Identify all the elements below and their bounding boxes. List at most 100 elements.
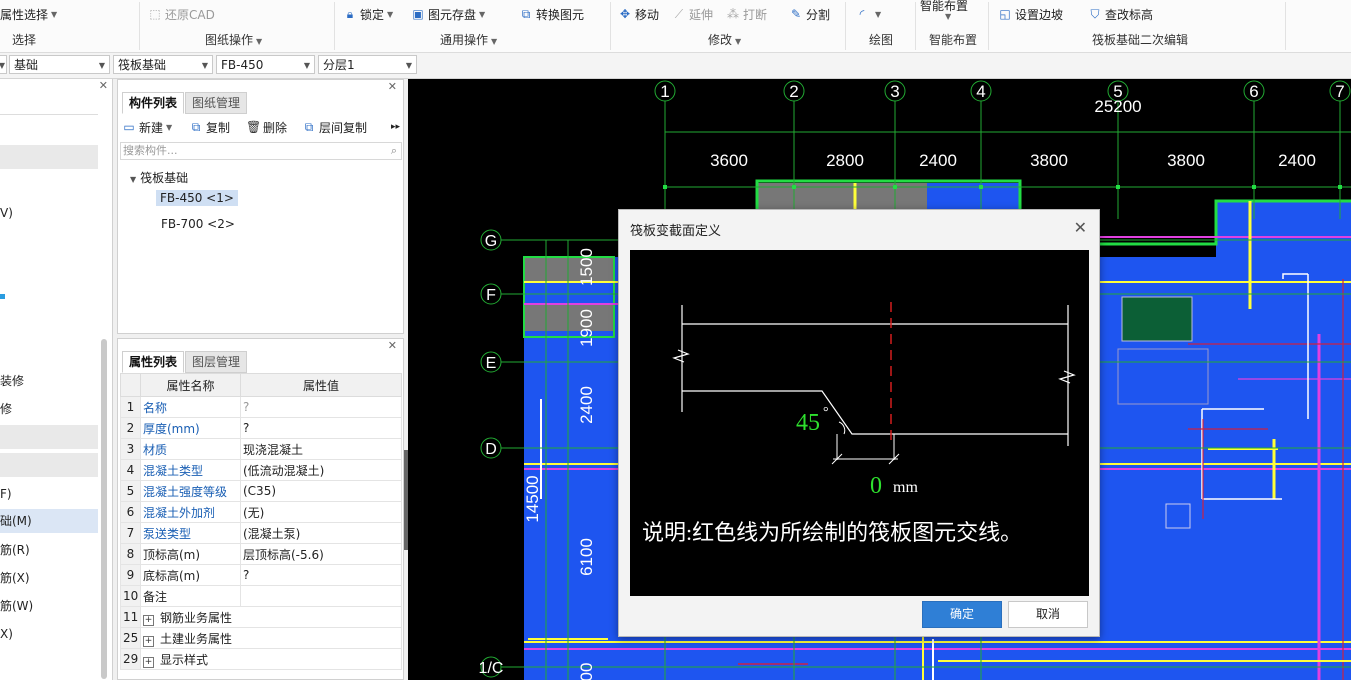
chevron-down-icon[interactable]: ▼ [942, 11, 951, 21]
nav-item[interactable]: 修 [0, 397, 98, 421]
close-icon[interactable]: ✕ [99, 79, 108, 92]
prop-group[interactable]: + 土建业务属性 [140, 627, 402, 649]
chevron-down-icon: ▼ [166, 122, 173, 132]
header-value: 属性值 [240, 373, 402, 397]
prop-value[interactable]: (无) [240, 501, 402, 523]
change-elevation-button[interactable]: ⛉ 查改标高 [1088, 5, 1153, 23]
table-row[interactable]: 8 顶标高(m) 层顶标高(-5.6) [120, 543, 402, 565]
group-common-ops-label[interactable]: 通用操作 ▼ [440, 31, 497, 47]
search-input[interactable]: 搜索构件... ⌕ [120, 142, 402, 160]
new-button[interactable]: ▭ 新建 ▼ [122, 118, 172, 136]
nav-item[interactable]: 筋(W) [0, 594, 98, 618]
prop-value[interactable]: (混凝土泵) [240, 522, 402, 544]
tree-item[interactable]: FB-700 <2> [161, 217, 235, 231]
close-icon[interactable]: ✕ [1074, 218, 1087, 237]
prop-value[interactable]: 现浇混凝土 [240, 438, 402, 460]
lock-button[interactable]: 🔒︎ 锁定 ▼ [343, 5, 393, 23]
tab-drawing-management[interactable]: 图纸管理 [185, 92, 248, 114]
nav-item[interactable]: 筋(R) [0, 538, 98, 562]
component-tabs: 构件列表 图纸管理 [122, 92, 248, 114]
axis-label: 2 [789, 82, 798, 101]
table-row[interactable]: 5 混凝土强度等级 (C35) [120, 480, 402, 502]
prop-value[interactable]: (C35) [240, 480, 402, 502]
table-row[interactable]: 7 泵送类型 (混凝土泵) [120, 522, 402, 544]
category-select[interactable]: 基础 ▼ [9, 55, 110, 74]
extend-button[interactable]: ⟋ 延伸 [672, 5, 713, 23]
prop-group[interactable]: + 钢筋业务属性 [140, 606, 402, 628]
collapse-icon[interactable]: ▼ [130, 175, 136, 184]
ok-button[interactable]: 确定 [922, 601, 1002, 628]
prop-value[interactable]: (低流动混凝土) [240, 459, 402, 481]
nav-item-selected[interactable]: 础(M) [0, 509, 98, 533]
save-element-button[interactable]: ▣ 图元存盘 ▼ [411, 5, 485, 23]
prop-value[interactable]: ? [240, 396, 402, 418]
tree-item-selected[interactable]: FB-450 <1> [156, 190, 238, 206]
expand-icon[interactable]: + [143, 656, 154, 668]
delete-button[interactable]: 🗑︎ 删除 [246, 118, 287, 136]
search-icon[interactable]: ⌕ [391, 143, 397, 159]
scrollbar[interactable] [101, 339, 107, 679]
floor-select[interactable]: ▼ [0, 55, 7, 74]
row-num: 25 [120, 627, 141, 649]
split-button[interactable]: ✎ 分割 [789, 5, 830, 23]
expand-icon[interactable]: + [143, 614, 154, 626]
prop-value[interactable]: ? [240, 417, 402, 439]
cancel-button[interactable]: 取消 [1008, 601, 1088, 628]
table-row-group[interactable]: 29 + 显示样式 [120, 648, 402, 670]
table-row-group[interactable]: 25 + 土建业务属性 [120, 627, 402, 649]
move-button[interactable]: ✥ 移动 [618, 5, 659, 23]
row-num: 11 [120, 606, 141, 628]
nav-group-bar[interactable] [0, 145, 98, 169]
category-value: 基础 [14, 58, 39, 72]
table-row[interactable]: 6 混凝土外加剂 (无) [120, 501, 402, 523]
component-select[interactable]: FB-450 ▼ [216, 55, 315, 74]
break-button[interactable]: ⁂ 打断 [726, 5, 767, 23]
table-row[interactable]: 10 备注 [120, 585, 402, 607]
row-num: 1 [120, 396, 141, 418]
layer-select[interactable]: 分层1 ▼ [318, 55, 417, 74]
draw-arc-button[interactable]: ◜ ▼ [855, 5, 881, 23]
trash-icon: 🗑︎ [246, 120, 262, 134]
select-prop-button[interactable]: 属性选择 ▼ [0, 5, 57, 23]
prop-value[interactable]: ? [240, 564, 402, 586]
tab-component-list[interactable]: 构件列表 [122, 92, 185, 114]
close-icon[interactable]: ✕ [388, 80, 397, 93]
nav-item[interactable]: 筋(X) [0, 566, 98, 590]
tab-layer-management[interactable]: 图层管理 [185, 351, 248, 373]
group-modify-label[interactable]: 修改 ▼ [708, 31, 741, 47]
group-drawing-ops-label[interactable]: 图纸操作 ▼ [205, 31, 262, 47]
nav-item[interactable]: F) [0, 482, 98, 506]
prop-value[interactable]: 层顶标高(-5.6) [240, 543, 402, 565]
close-icon[interactable]: ✕ [388, 339, 397, 352]
axis-label: 1 [660, 82, 669, 101]
expand-icon[interactable]: + [143, 635, 154, 647]
type-select[interactable]: 筏板基础 ▼ [113, 55, 213, 74]
nav-item[interactable]: X) [0, 622, 98, 646]
more-icon[interactable]: ▸▸ [391, 118, 400, 136]
nav-group-bar[interactable] [0, 425, 98, 449]
tab-property-list[interactable]: 属性列表 [122, 351, 185, 373]
table-row[interactable]: 2 厚度(mm)? [120, 417, 402, 439]
prop-value[interactable] [240, 585, 402, 607]
set-slope-edge-button[interactable]: ◱ 设置边坡 [998, 5, 1063, 23]
chevron-down-icon: ▼ [387, 9, 394, 19]
nav-group-bar[interactable] [0, 453, 98, 477]
dialog-title: 筏板变截面定义 [630, 224, 722, 239]
restore-cad-button[interactable]: ⬚ 还原CAD [148, 5, 215, 23]
copy-button[interactable]: ⧉ 复制 [189, 118, 230, 136]
chevron-down-icon: ▼ [735, 37, 742, 46]
nav-item[interactable]: 装修 [0, 369, 98, 393]
table-row[interactable]: 3 材质 现浇混凝土 [120, 438, 402, 460]
table-row[interactable]: 1 名称? [120, 396, 402, 418]
prop-group[interactable]: + 显示样式 [140, 648, 402, 670]
row-num: 7 [120, 522, 141, 544]
tree-root[interactable]: ▼ 筏板基础 [130, 169, 188, 186]
table-row[interactable]: 9 底标高(m)? [120, 564, 402, 586]
convert-element-button[interactable]: ⧉ 转换图元 [519, 5, 584, 23]
floor-copy-button[interactable]: ⧉ 层间复制 [302, 118, 367, 136]
property-tabs: 属性列表 图层管理 [122, 351, 248, 373]
dim-label: 00 [577, 663, 596, 680]
table-row[interactable]: 4 混凝土类型 (低流动混凝土) [120, 459, 402, 481]
nav-item[interactable]: V) [0, 201, 98, 225]
table-row-group[interactable]: 11 + 钢筋业务属性 [120, 606, 402, 628]
